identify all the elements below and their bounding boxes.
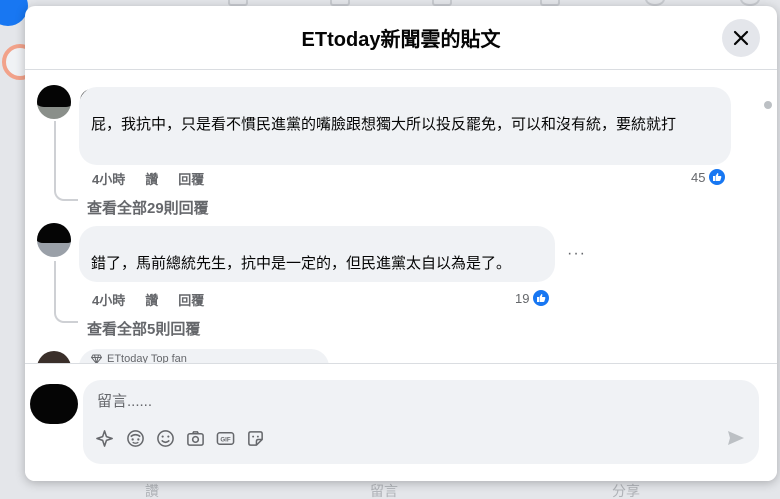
- background-comment-label: 留言: [370, 483, 398, 499]
- comment-actions: 4小時 讚 回覆: [92, 290, 204, 309]
- camera-icon: [186, 430, 204, 446]
- reply-action[interactable]: 回覆: [178, 290, 204, 309]
- close-icon: [733, 30, 749, 46]
- comment-time[interactable]: 4小時: [92, 290, 125, 309]
- sticker-icon: [247, 430, 263, 446]
- top-fan-label: ETtoday Top fan: [107, 353, 187, 363]
- thread-line: [54, 121, 78, 201]
- photo-button[interactable]: [185, 428, 205, 448]
- top-fan-badge: ETtoday Top fan: [79, 349, 329, 363]
- avatar[interactable]: [37, 351, 71, 363]
- svg-text:GIF: GIF: [220, 436, 230, 443]
- view-replies-link[interactable]: 查看全部29則回覆: [87, 197, 209, 218]
- like-icon: [708, 168, 727, 186]
- composer-tools: GIF: [95, 428, 265, 448]
- composer-box: GIF: [83, 380, 759, 464]
- thread-line: [54, 261, 78, 323]
- avatar-face-icon: [126, 429, 144, 447]
- comment-actions: 4小時 讚 回覆: [92, 169, 204, 188]
- more-options-button[interactable]: ···: [567, 245, 586, 263]
- view-replies-link[interactable]: 查看全部5則回覆: [87, 318, 200, 339]
- scrollbar[interactable]: [764, 101, 772, 109]
- dialog-title: ETtoday新聞雲的貼文: [301, 29, 501, 51]
- reaction-count-value: 45: [691, 169, 706, 185]
- comments-list[interactable]: 屁，我抗中，只是看不慣民進黨的嘴臉跟想獨大所以投反罷免，可以和沒有統，要統就打 …: [25, 71, 777, 363]
- avatar[interactable]: [30, 384, 78, 424]
- avatar-sticker-button[interactable]: [95, 428, 115, 448]
- diamond-icon: [91, 354, 102, 363]
- dialog-header: ETtoday新聞雲的貼文: [25, 6, 777, 70]
- like-action[interactable]: 讚: [145, 169, 158, 188]
- gif-icon: GIF: [216, 431, 234, 445]
- reaction-count[interactable]: 45: [691, 168, 727, 186]
- gif-button[interactable]: GIF: [215, 428, 235, 448]
- comment-bubble: 屁，我抗中，只是看不慣民進黨的嘴臉跟想獨大所以投反罷免，可以和沒有統，要統就打: [79, 87, 731, 165]
- background-share-label: 分享: [612, 483, 640, 499]
- comment-input[interactable]: [97, 390, 697, 412]
- like-icon: [532, 289, 551, 307]
- comment-time[interactable]: 4小時: [92, 169, 125, 188]
- comment-composer: GIF: [25, 363, 777, 481]
- avatar[interactable]: [37, 85, 71, 119]
- sparkle-icon: [95, 429, 113, 447]
- reaction-count-value: 19: [515, 290, 530, 306]
- sticker-button[interactable]: [245, 428, 265, 448]
- send-button[interactable]: [727, 430, 745, 451]
- avatar[interactable]: [37, 223, 71, 257]
- background-actions: 讚 留言 分享: [0, 481, 780, 499]
- comment-text: 屁，我抗中，只是看不慣民進黨的嘴臉跟想獨大所以投反罷免，可以和沒有統，要統就打: [91, 116, 677, 133]
- send-icon: [728, 431, 744, 445]
- background-like-label: 讚: [145, 483, 159, 499]
- emoji-button[interactable]: [155, 428, 175, 448]
- close-button[interactable]: [722, 19, 760, 57]
- reply-action[interactable]: 回覆: [178, 169, 204, 188]
- comment-text: 錯了，馬前總統先生，抗中是一定的，但民進黨太自以為是了。: [91, 255, 512, 272]
- smiley-icon: [156, 429, 174, 447]
- reaction-count[interactable]: 19: [515, 289, 551, 307]
- comment-bubble: 錯了，馬前總統先生，抗中是一定的，但民進黨太自以為是了。: [79, 226, 555, 282]
- background-logo: [0, 0, 28, 26]
- post-dialog: ETtoday新聞雲的貼文 屁，我抗中，只是看不慣民進黨的嘴臉跟想獨大所以投反罷…: [25, 6, 777, 481]
- like-action[interactable]: 讚: [145, 290, 158, 309]
- avatar-button[interactable]: [125, 428, 145, 448]
